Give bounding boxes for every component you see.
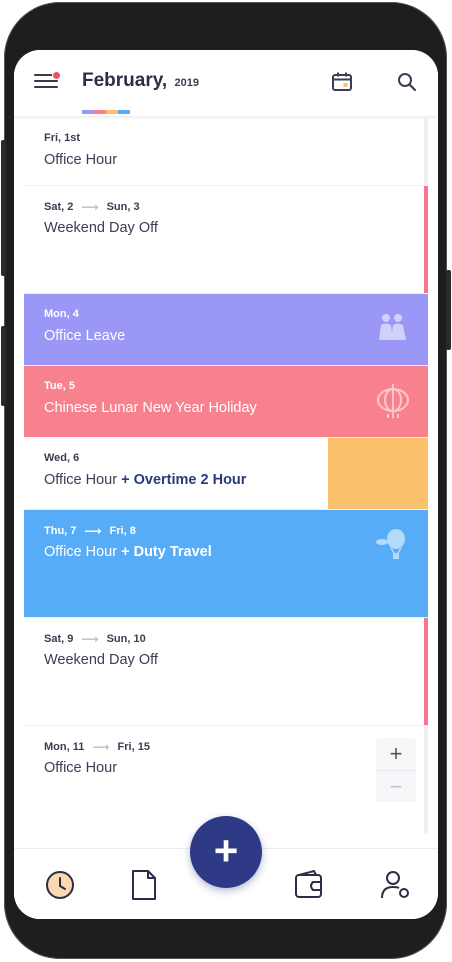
event-date: Sat, 9 ⟶ Sun, 10 <box>44 632 146 646</box>
weekend-accent-bar <box>424 186 428 293</box>
event-row[interactable]: Wed, 6 Office Hour + Overtime 2 Hour <box>24 438 428 510</box>
event-label: Weekend Day Off <box>44 220 158 236</box>
people-icon <box>376 312 410 351</box>
event-label: Office Leave <box>44 328 126 344</box>
app-header: February, 2019 <box>14 50 438 116</box>
event-row[interactable]: Tue, 5 Chinese Lunar New Year Holiday <box>24 366 428 438</box>
hot-air-balloon-icon <box>376 528 410 567</box>
event-date: Tue, 5 <box>44 380 75 392</box>
document-icon[interactable] <box>130 869 158 906</box>
event-label: Office Hour <box>44 760 118 776</box>
event-label: Weekend Day Off <box>44 652 158 668</box>
event-row[interactable]: Sat, 2 ⟶ Sun, 3 Weekend Day Off <box>24 186 428 294</box>
month-label: February, <box>82 70 168 91</box>
event-date: Mon, 4 <box>44 308 79 320</box>
side-button-left <box>1 140 6 276</box>
title-underline <box>82 110 130 114</box>
event-date: Fri, 1st <box>44 132 81 144</box>
event-label: Office Hour + Duty Travel <box>44 544 212 560</box>
arrow-right-icon: ⟶ <box>81 632 99 646</box>
event-extra: + Duty Travel <box>121 544 212 560</box>
event-extra: + Overtime 2 Hour <box>121 472 247 488</box>
event-list: Fri, 1st Office Hour Sat, 2 ⟶ Sun, 3 Weeke… <box>24 118 428 834</box>
zoom-in-button[interactable]: + <box>376 738 416 770</box>
event-date: Wed, 6 <box>44 452 80 464</box>
event-date: Thu, 7 ⟶ Fri, 8 <box>44 524 136 538</box>
weekend-accent-bar <box>424 618 428 725</box>
add-event-button[interactable]: + <box>190 816 262 888</box>
arrow-right-icon: ⟶ <box>92 740 110 754</box>
user-settings-icon[interactable] <box>380 869 412 906</box>
clock-icon[interactable] <box>44 869 76 906</box>
calendar-icon[interactable] <box>331 71 353 98</box>
event-date: Sat, 2 ⟶ Sun, 3 <box>44 200 140 214</box>
side-button-right <box>446 270 451 350</box>
app-screen: February, 2019 Fri, 1st Office Hour Sat,… <box>14 50 438 919</box>
side-button-left-lower <box>1 326 6 406</box>
event-date: Mon, 11 ⟶ Fri, 15 <box>44 740 150 754</box>
event-row[interactable]: Fri, 1st Office Hour <box>24 118 428 186</box>
notification-dot-icon <box>52 71 61 80</box>
lantern-icon <box>376 384 410 423</box>
event-label: Office Hour <box>44 152 118 168</box>
year-label: 2019 <box>174 77 199 89</box>
plus-icon: + <box>213 826 239 874</box>
search-icon[interactable] <box>397 72 417 97</box>
event-row[interactable]: Thu, 7 ⟶ Fri, 8 Office Hour + Duty Travel <box>24 510 428 618</box>
event-label: Office Hour + Overtime 2 Hour <box>44 472 247 488</box>
event-row[interactable]: Sat, 9 ⟶ Sun, 10 Weekend Day Off <box>24 618 428 726</box>
wallet-icon[interactable] <box>294 869 324 906</box>
event-row[interactable]: Mon, 4 Office Leave <box>24 294 428 366</box>
zoom-out-button[interactable]: − <box>376 770 416 802</box>
arrow-right-icon: ⟶ <box>84 524 102 538</box>
page-title[interactable]: February, 2019 <box>82 70 199 92</box>
zoom-control: + − <box>376 738 416 802</box>
overtime-block <box>328 438 428 509</box>
event-label: Chinese Lunar New Year Holiday <box>44 400 257 416</box>
arrow-right-icon: ⟶ <box>81 200 99 214</box>
